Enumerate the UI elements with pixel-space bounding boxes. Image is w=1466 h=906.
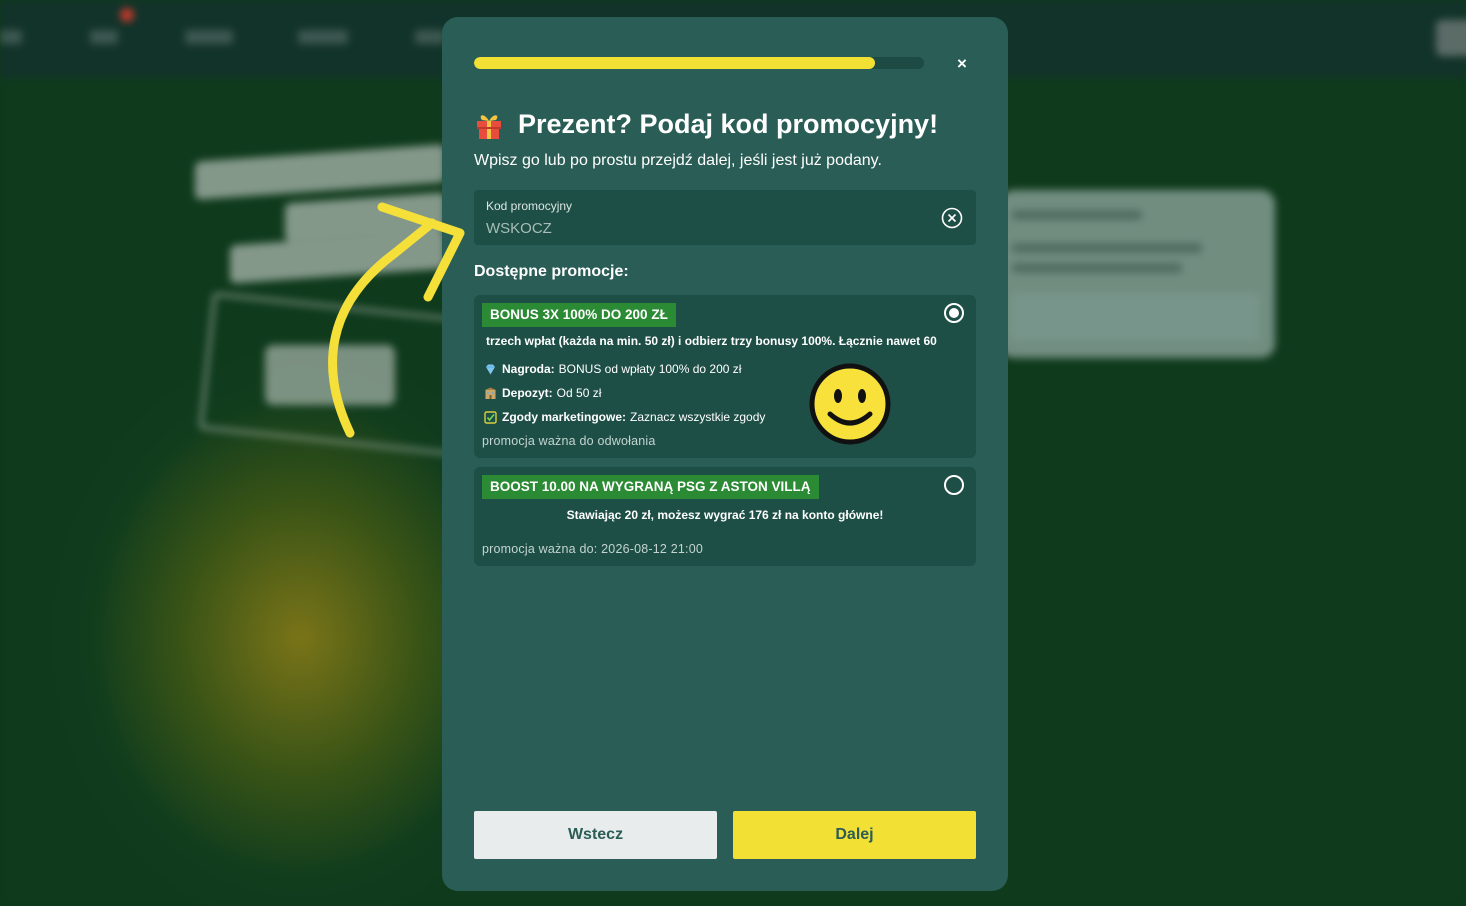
promotion-validity: promocja ważna do: 2026-08-12 21:00 <box>482 542 704 556</box>
checkbox-icon <box>484 410 497 424</box>
background-notification-badge <box>120 8 134 22</box>
promotion-detail-label: Nagroda: <box>502 362 555 376</box>
promotion-detail-reward: Nagroda: BONUS od wpłaty 100% do 200 zł <box>484 362 741 376</box>
bank-icon <box>485 387 496 399</box>
modal-title-text: Prezent? Podaj kod promocyjny! <box>518 109 939 139</box>
promotion-tag: BOOST 10.00 NA WYGRANĄ PSG Z ASTON VILLĄ <box>482 475 819 499</box>
promotion-radio-unselected[interactable] <box>944 475 964 495</box>
promotion-detail-label: Zgody marketingowe: <box>502 410 627 424</box>
promotion-radio-selected[interactable] <box>944 303 964 323</box>
clear-input-icon[interactable] <box>941 207 963 229</box>
background-hero-text <box>195 144 445 200</box>
background-nav-item <box>0 30 22 44</box>
smiley-face-icon <box>809 363 891 445</box>
promotions-section-title: Dostępne promocje: <box>474 263 629 280</box>
promotion-validity: promocja ważna do odwołania <box>482 434 656 448</box>
progress-bar <box>474 57 924 69</box>
diamond-icon <box>486 364 495 374</box>
background-card-button <box>1010 293 1260 341</box>
promotion-description: Stawiając 20 zł, możesz wygrać 176 zł na… <box>566 508 884 522</box>
annotation-arrow-icon <box>328 202 465 438</box>
background-card-line <box>1012 210 1142 220</box>
promotion-card-bonus[interactable]: BONUS 3X 100% DO 200 ZŁ trzech wpłat (ka… <box>474 295 976 458</box>
background-card-line <box>1012 243 1202 253</box>
promo-code-field[interactable]: Kod promocyjny <box>474 190 976 245</box>
promo-code-input[interactable] <box>486 217 916 239</box>
background-nav-item <box>90 30 118 44</box>
background-corner-button <box>1436 20 1466 56</box>
back-button[interactable]: Wstecz <box>474 811 717 859</box>
promo-code-label: Kod promocyjny <box>486 199 573 213</box>
modal-title: Prezent? Podaj kod promocyjny! <box>474 109 938 140</box>
progress-bar-fill <box>474 57 875 69</box>
promotion-detail-value: Od 50 zł <box>556 386 602 400</box>
promotion-detail-consents: Zgody marketingowe: Zaznacz wszystkie zg… <box>484 410 765 424</box>
promotion-tag: BONUS 3X 100% DO 200 ZŁ <box>482 303 676 327</box>
promotion-detail-label: Depozyt: <box>502 386 553 400</box>
background-nav-item <box>185 30 233 44</box>
promotion-detail-value: BONUS od wpłaty 100% do 200 zł <box>558 362 742 376</box>
promo-code-modal: × Prezent? Podaj kod promocyjny! Wpisz g… <box>442 17 1008 891</box>
background-nav-item <box>298 30 348 44</box>
promotion-detail-value: Zaznacz wszystkie zgody <box>630 410 766 424</box>
promotion-detail-deposit: Depozyt: Od 50 zł <box>484 386 601 400</box>
background-card-line <box>1012 263 1182 273</box>
next-button[interactable]: Dalej <box>733 811 976 859</box>
promotion-description: trzech wpłat (każda na min. 50 zł) i odb… <box>486 334 937 348</box>
background-nav-item <box>415 30 445 44</box>
modal-subtitle: Wpisz go lub po prostu przejdź dalej, je… <box>474 152 882 169</box>
gift-icon <box>477 114 501 139</box>
promotion-card-boost[interactable]: BOOST 10.00 NA WYGRANĄ PSG Z ASTON VILLĄ… <box>474 467 976 566</box>
close-button[interactable]: × <box>950 53 974 75</box>
